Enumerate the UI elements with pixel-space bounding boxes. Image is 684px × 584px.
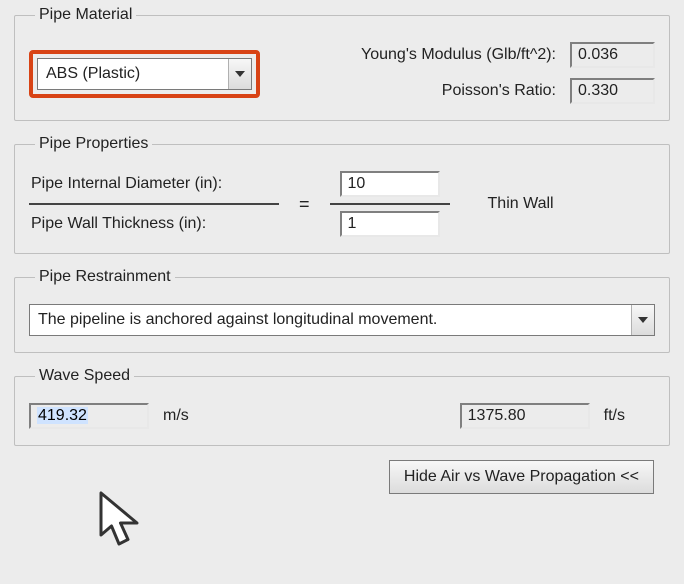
wave-speed-ms-selected-text: 419.32 bbox=[37, 407, 88, 424]
pipe-material-selected: ABS (Plastic) bbox=[38, 65, 228, 83]
pipe-properties-group: Pipe Properties Pipe Internal Diameter (… bbox=[14, 135, 670, 254]
chevron-down-icon bbox=[638, 317, 648, 323]
poisson-ratio-label: Poisson's Ratio: bbox=[442, 82, 556, 100]
wave-speed-fts-value: 1375.80 bbox=[460, 403, 590, 429]
pipe-thickness-label: Pipe Wall Thickness (in): bbox=[29, 213, 208, 235]
pipe-diameter-label: Pipe Internal Diameter (in): bbox=[29, 173, 224, 195]
wave-speed-ms-unit: m/s bbox=[163, 407, 189, 425]
pipe-restrainment-selected: The pipeline is anchored against longitu… bbox=[30, 311, 631, 329]
pipe-material-combo[interactable]: ABS (Plastic) bbox=[37, 58, 252, 90]
chevron-down-icon bbox=[235, 71, 245, 77]
wave-speed-ms-value: 419.32 bbox=[29, 403, 149, 429]
equals-sign: = bbox=[297, 194, 312, 215]
wave-speed-fts-unit: ft/s bbox=[604, 407, 625, 425]
fraction-line-labels bbox=[29, 203, 279, 205]
pipe-diameter-input[interactable] bbox=[340, 171, 440, 197]
pipe-material-highlight: ABS (Plastic) bbox=[29, 50, 260, 98]
pipe-restrainment-dropdown-button[interactable] bbox=[631, 305, 654, 335]
pipe-material-legend: Pipe Material bbox=[35, 6, 136, 24]
wall-type-label: Thin Wall bbox=[468, 195, 554, 213]
pipe-properties-legend: Pipe Properties bbox=[35, 135, 152, 153]
youngs-modulus-value: 0.036 bbox=[570, 42, 655, 68]
youngs-modulus-label: Young's Modulus (Glb/ft^2): bbox=[361, 46, 556, 64]
pipe-restrainment-combo[interactable]: The pipeline is anchored against longitu… bbox=[29, 304, 655, 336]
wave-speed-group: Wave Speed 419.32 m/s 1375.80 ft/s bbox=[14, 367, 670, 446]
poisson-ratio-value: 0.330 bbox=[570, 78, 655, 104]
wave-speed-legend: Wave Speed bbox=[35, 367, 134, 385]
fraction-line-inputs bbox=[330, 203, 450, 205]
pipe-restrainment-legend: Pipe Restrainment bbox=[35, 268, 175, 286]
pipe-restrainment-group: Pipe Restrainment The pipeline is anchor… bbox=[14, 268, 670, 353]
hide-air-button[interactable]: Hide Air vs Wave Propagation << bbox=[389, 460, 654, 494]
pipe-material-group: Pipe Material ABS (Plastic) bbox=[14, 6, 670, 121]
pipe-thickness-input[interactable] bbox=[340, 211, 440, 237]
pipe-material-dropdown-button[interactable] bbox=[228, 59, 251, 89]
